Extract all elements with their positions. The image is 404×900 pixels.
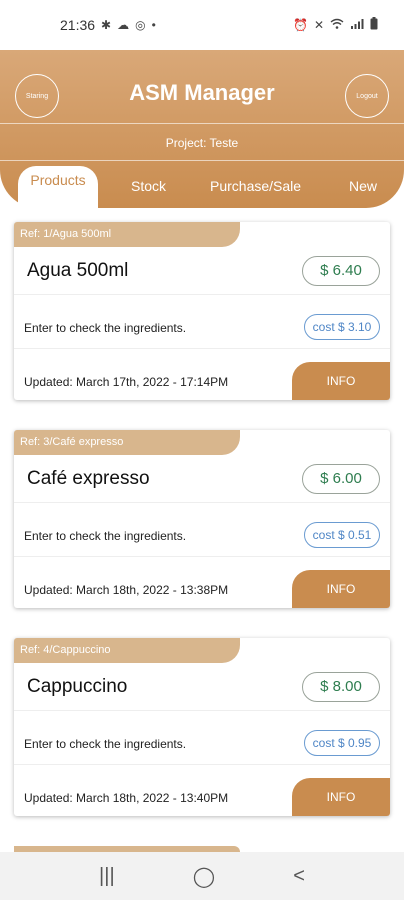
ingredients-hint[interactable]: Enter to check the ingredients. xyxy=(24,529,186,543)
product-ref-tag: Ref: 3/Café expresso xyxy=(14,430,240,455)
card-divider xyxy=(14,502,390,503)
tab-purchase-sale[interactable]: Purchase/Sale xyxy=(210,178,301,194)
price-badge: $ 6.00 xyxy=(302,464,380,494)
tab-new[interactable]: New xyxy=(349,178,377,194)
tab-products[interactable]: Products xyxy=(18,166,98,208)
card-divider xyxy=(14,294,390,295)
product-name: Café expresso xyxy=(27,468,150,489)
ingredients-hint[interactable]: Enter to check the ingredients. xyxy=(24,737,186,751)
card-divider xyxy=(14,764,390,765)
product-card[interactable]: Ref: 1/Agua 500ml Agua 500ml $ 6.40 Ente… xyxy=(14,222,390,400)
ingredients-hint[interactable]: Enter to check the ingredients. xyxy=(24,321,186,335)
logout-button[interactable]: Logout xyxy=(345,74,389,118)
card-divider xyxy=(14,710,390,711)
instagram-icon: ◎ xyxy=(135,18,146,32)
cost-badge: cost $ 3.10 xyxy=(304,314,380,340)
product-card[interactable]: Ref: 3/Café expresso Café expresso $ 6.0… xyxy=(14,430,390,608)
tab-stock[interactable]: Stock xyxy=(131,178,166,194)
info-button[interactable]: INFO xyxy=(292,778,390,816)
product-ref-tag: Ref: 4/Cappuccino xyxy=(14,638,240,663)
cost-badge: cost $ 0.51 xyxy=(304,522,380,548)
status-left: 21:36 ✱ ☁ ◎ • xyxy=(60,17,156,33)
home-icon[interactable]: ◯ xyxy=(193,864,215,889)
wifi-icon xyxy=(330,18,344,33)
cloud-icon: ☁ xyxy=(117,18,130,32)
status-right: ⏰ ✕ xyxy=(293,17,378,33)
status-time: 21:36 xyxy=(60,17,96,33)
product-name: Agua 500ml xyxy=(27,260,129,281)
back-icon[interactable]: < xyxy=(293,865,305,888)
card-divider xyxy=(14,556,390,557)
app-header: Staring ASM Manager Logout Project: Test… xyxy=(0,50,404,208)
settings-icon: ✱ xyxy=(101,18,112,32)
info-button[interactable]: INFO xyxy=(292,570,390,608)
dot-icon: • xyxy=(151,18,156,32)
recents-icon[interactable]: ||| xyxy=(99,865,115,888)
updated-timestamp: Updated: March 18th, 2022 - 13:38PM xyxy=(24,583,229,597)
product-ref-tag: Ref: 1/Agua 500ml xyxy=(14,222,240,247)
product-name: Cappuccino xyxy=(27,676,128,697)
info-button[interactable]: INFO xyxy=(292,362,390,400)
signal-icon xyxy=(350,18,364,33)
battery-icon xyxy=(370,17,378,33)
status-bar: 21:36 ✱ ☁ ◎ • ⏰ ✕ xyxy=(0,0,404,50)
updated-timestamp: Updated: March 18th, 2022 - 13:40PM xyxy=(24,791,229,805)
cost-badge: cost $ 0.95 xyxy=(304,730,380,756)
price-badge: $ 6.40 xyxy=(302,256,380,286)
header-top-row: Staring ASM Manager Logout xyxy=(0,50,404,124)
product-card[interactable]: Ref: 4/Cappuccino Cappuccino $ 8.00 Ente… xyxy=(14,638,390,816)
updated-timestamp: Updated: March 17th, 2022 - 17:14PM xyxy=(24,375,229,389)
system-nav-bar: ||| ◯ < xyxy=(0,852,404,900)
mute-icon: ✕ xyxy=(313,18,324,32)
card-divider xyxy=(14,348,390,349)
project-label: Project: Teste xyxy=(165,136,239,150)
tab-bar: Products Stock Purchase/Sale New xyxy=(0,160,404,208)
alarm-icon: ⏰ xyxy=(292,18,308,32)
price-badge: $ 8.00 xyxy=(302,672,380,702)
app-title: ASM Manager xyxy=(129,80,275,105)
